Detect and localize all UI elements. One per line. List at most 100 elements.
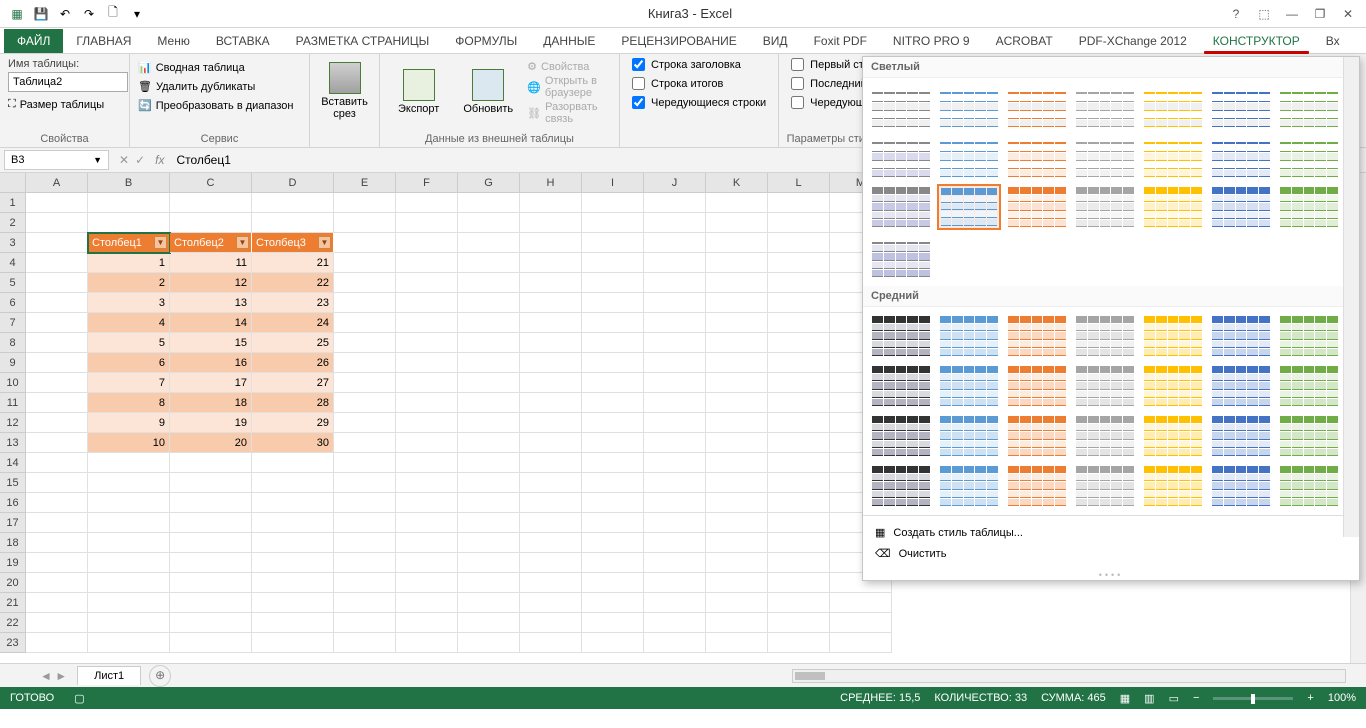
cell[interactable] bbox=[334, 553, 396, 573]
table-name-input[interactable] bbox=[8, 72, 128, 92]
tab-файл[interactable]: ФАЙЛ bbox=[4, 29, 63, 53]
cell[interactable]: 21 bbox=[252, 253, 334, 273]
cell[interactable] bbox=[334, 533, 396, 553]
zoom-out-icon[interactable]: − bbox=[1193, 692, 1199, 704]
cell[interactable] bbox=[768, 253, 830, 273]
table-style-swatch[interactable] bbox=[1005, 84, 1069, 130]
confirm-icon[interactable]: ✓ bbox=[135, 153, 145, 167]
col-header[interactable]: A bbox=[26, 173, 88, 193]
cell[interactable] bbox=[396, 613, 458, 633]
cell[interactable] bbox=[458, 233, 520, 253]
cell[interactable] bbox=[644, 393, 706, 413]
cell[interactable] bbox=[396, 433, 458, 453]
cell[interactable] bbox=[396, 313, 458, 333]
cell[interactable] bbox=[396, 533, 458, 553]
cell[interactable] bbox=[88, 513, 170, 533]
table-style-swatch[interactable] bbox=[1209, 413, 1273, 459]
cell[interactable]: 13 bbox=[170, 293, 252, 313]
tab-разметка страницы[interactable]: РАЗМЕТКА СТРАНИЦЫ bbox=[283, 29, 443, 53]
cell[interactable] bbox=[706, 633, 768, 653]
cell[interactable] bbox=[582, 473, 644, 493]
cell[interactable] bbox=[768, 333, 830, 353]
table-style-swatch[interactable] bbox=[1141, 134, 1205, 180]
fx-label[interactable]: fx bbox=[155, 153, 172, 167]
gallery-scrollbar[interactable] bbox=[1343, 57, 1359, 537]
col-header[interactable]: F bbox=[396, 173, 458, 193]
tab-вставка[interactable]: ВСТАВКА bbox=[203, 29, 283, 53]
cell[interactable]: 29 bbox=[252, 413, 334, 433]
refresh-button[interactable]: Обновить bbox=[453, 58, 523, 125]
cell[interactable] bbox=[582, 453, 644, 473]
cell[interactable] bbox=[334, 473, 396, 493]
cell[interactable]: 10 bbox=[88, 433, 170, 453]
cell[interactable] bbox=[26, 293, 88, 313]
cell[interactable] bbox=[706, 213, 768, 233]
cell[interactable] bbox=[26, 633, 88, 653]
cell[interactable] bbox=[88, 553, 170, 573]
cell[interactable] bbox=[252, 453, 334, 473]
horizontal-scrollbar[interactable] bbox=[191, 669, 1346, 683]
table-style-swatch[interactable] bbox=[1209, 134, 1273, 180]
cell[interactable] bbox=[458, 353, 520, 373]
table-style-swatch[interactable] bbox=[1005, 134, 1069, 180]
col-header[interactable]: B bbox=[88, 173, 170, 193]
cell[interactable] bbox=[26, 573, 88, 593]
cell[interactable] bbox=[396, 393, 458, 413]
cell[interactable] bbox=[396, 333, 458, 353]
cell[interactable] bbox=[644, 633, 706, 653]
cell[interactable] bbox=[706, 613, 768, 633]
cell[interactable] bbox=[768, 413, 830, 433]
row-header[interactable]: 16 bbox=[0, 493, 26, 513]
table-style-swatch[interactable] bbox=[869, 234, 933, 280]
cell[interactable] bbox=[458, 573, 520, 593]
table-style-swatch[interactable] bbox=[1073, 363, 1137, 409]
cell[interactable]: 27 bbox=[252, 373, 334, 393]
cell[interactable] bbox=[644, 593, 706, 613]
table-style-swatch[interactable] bbox=[1005, 363, 1069, 409]
table-style-swatch[interactable] bbox=[1277, 363, 1341, 409]
cell[interactable] bbox=[768, 553, 830, 573]
table-style-swatch[interactable] bbox=[1073, 463, 1137, 509]
table-style-swatch[interactable] bbox=[1141, 363, 1205, 409]
cell[interactable]: 9 bbox=[88, 413, 170, 433]
cell[interactable] bbox=[706, 313, 768, 333]
select-all[interactable] bbox=[0, 173, 26, 193]
cell[interactable]: 7 bbox=[88, 373, 170, 393]
table-style-swatch[interactable] bbox=[1073, 313, 1137, 359]
col-header[interactable]: I bbox=[582, 173, 644, 193]
export-button[interactable]: Экспорт bbox=[388, 58, 449, 125]
cell[interactable] bbox=[170, 613, 252, 633]
table-style-swatch[interactable] bbox=[1073, 184, 1137, 230]
table-style-swatch[interactable] bbox=[1073, 84, 1137, 130]
undo-icon[interactable]: ↶ bbox=[54, 3, 76, 25]
cell[interactable] bbox=[458, 213, 520, 233]
cell[interactable]: 19 bbox=[170, 413, 252, 433]
cell[interactable] bbox=[252, 633, 334, 653]
cell[interactable] bbox=[396, 473, 458, 493]
cell[interactable]: 8 bbox=[88, 393, 170, 413]
cell[interactable] bbox=[458, 633, 520, 653]
cell[interactable] bbox=[396, 553, 458, 573]
cell[interactable] bbox=[706, 533, 768, 553]
cell[interactable] bbox=[520, 233, 582, 253]
cell[interactable] bbox=[334, 313, 396, 333]
table-style-swatch[interactable] bbox=[1141, 463, 1205, 509]
remove-duplicates-button[interactable]: 🗑Удалить дубликаты bbox=[138, 80, 301, 93]
row-header[interactable]: 12 bbox=[0, 413, 26, 433]
header-row-checkbox[interactable]: Строка заголовка bbox=[632, 58, 766, 71]
cell[interactable] bbox=[582, 233, 644, 253]
cell[interactable] bbox=[768, 613, 830, 633]
minimize-icon[interactable]: — bbox=[1282, 4, 1302, 24]
cell[interactable] bbox=[520, 473, 582, 493]
table-style-swatch[interactable] bbox=[869, 84, 933, 130]
cell[interactable] bbox=[582, 533, 644, 553]
cell[interactable] bbox=[170, 633, 252, 653]
cell[interactable] bbox=[706, 473, 768, 493]
cell[interactable]: 16 bbox=[170, 353, 252, 373]
row-header[interactable]: 22 bbox=[0, 613, 26, 633]
table-style-swatch[interactable] bbox=[1141, 413, 1205, 459]
cell[interactable] bbox=[334, 453, 396, 473]
table-style-swatch[interactable] bbox=[1005, 313, 1069, 359]
row-header[interactable]: 10 bbox=[0, 373, 26, 393]
new-doc-icon[interactable]: 🗋 bbox=[102, 3, 124, 25]
